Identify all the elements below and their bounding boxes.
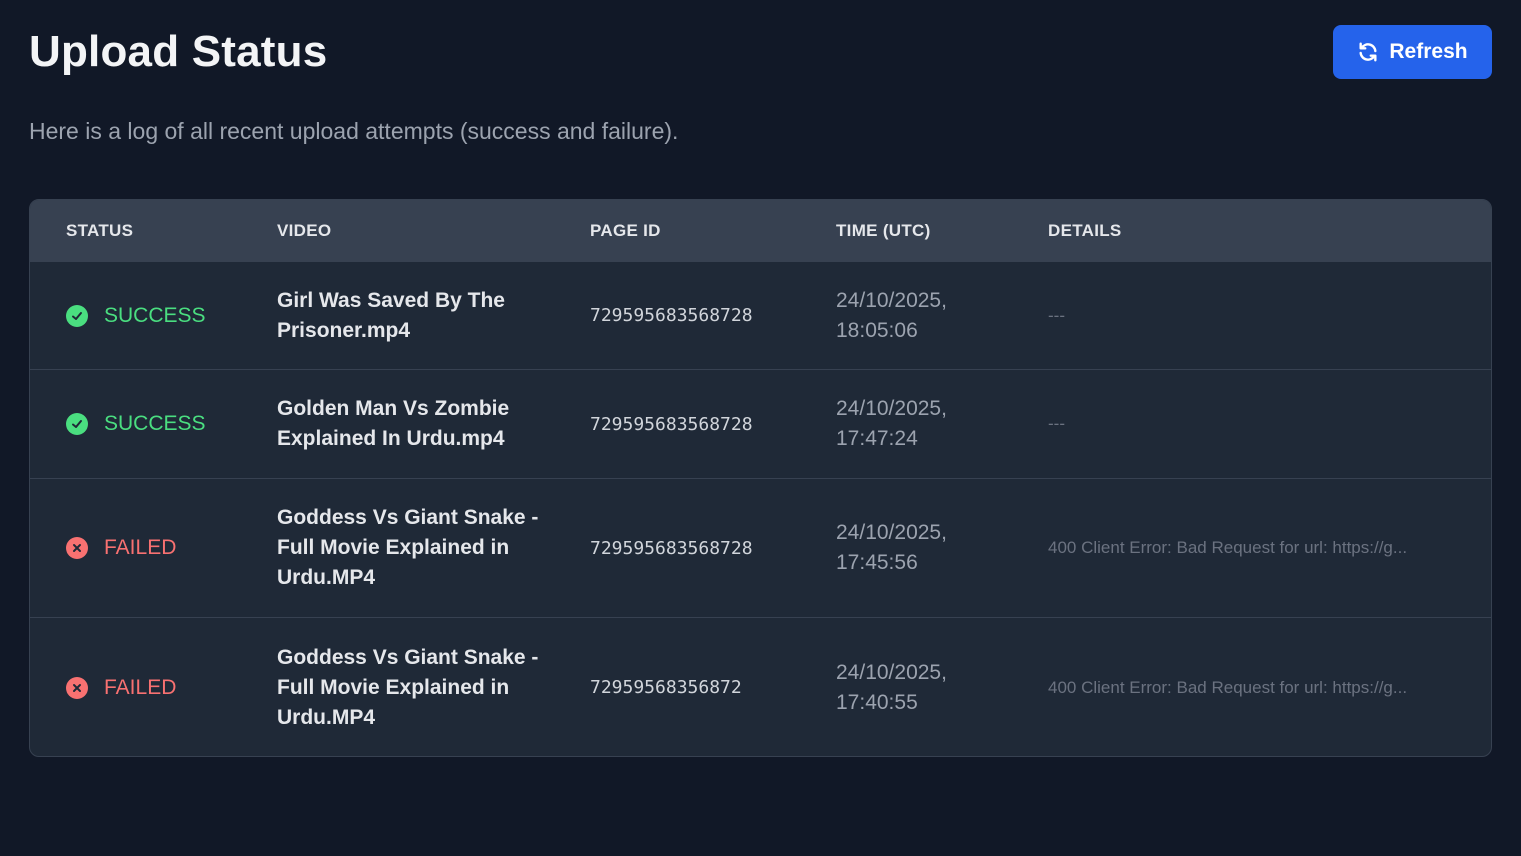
video-name: Golden Man Vs Zombie Explained In Urdu.m…	[277, 397, 510, 450]
error-details: 400 Client Error: Bad Request for url: h…	[1048, 677, 1408, 697]
table-row: FAILED Goddess Vs Giant Snake - Full Mov…	[30, 617, 1491, 756]
upload-time: 24/10/2025, 18:05:06	[836, 288, 947, 342]
check-circle-icon	[66, 304, 88, 327]
status-text: FAILED	[104, 536, 177, 559]
page-subtitle: Here is a log of all recent upload attem…	[29, 118, 679, 144]
page-id: 729595683568728	[590, 537, 753, 559]
column-header-page-id: PAGE ID	[590, 221, 661, 240]
upload-time: 24/10/2025, 17:40:55	[836, 660, 947, 714]
status-cell: FAILED	[66, 479, 176, 617]
details: ---	[1048, 305, 1065, 325]
refresh-button[interactable]: Refresh	[1333, 25, 1492, 79]
page-title: Upload Status	[29, 27, 328, 76]
refresh-icon	[1357, 41, 1379, 63]
status-text: SUCCESS	[104, 303, 206, 327]
check-circle-icon	[66, 413, 88, 435]
status-cell: SUCCESS	[66, 370, 206, 478]
page-id: 72959568356872	[590, 677, 742, 698]
status-text: FAILED	[104, 675, 177, 699]
x-circle-icon	[66, 676, 88, 699]
page-id: 729595683568728	[590, 305, 753, 326]
upload-time: 24/10/2025, 17:45:56	[836, 521, 947, 574]
table-row: SUCCESS Golden Man Vs Zombie Explained I…	[30, 369, 1491, 478]
error-details: 400 Client Error: Bad Request for url: h…	[1048, 538, 1408, 557]
status-cell: SUCCESS	[66, 262, 206, 369]
column-header-time: TIME (UTC)	[836, 221, 931, 240]
table-row: FAILED Goddess Vs Giant Snake - Full Mov…	[30, 478, 1491, 617]
page-header: Upload Status Refresh	[29, 25, 1492, 79]
upload-log-table: STATUS VIDEO PAGE ID TIME (UTC) DETAILS …	[29, 199, 1492, 757]
video-name: Goddess Vs Giant Snake - Full Movie Expl…	[277, 506, 539, 589]
upload-status-page: Upload Status Refresh Here is a log of a…	[0, 0, 1521, 856]
column-header-video: VIDEO	[277, 221, 332, 240]
column-header-status: STATUS	[66, 221, 134, 240]
status-text: SUCCESS	[104, 412, 206, 435]
column-header-details: DETAILS	[1048, 221, 1122, 240]
table-row: SUCCESS Girl Was Saved By The Prisoner.m…	[30, 261, 1491, 369]
upload-time: 24/10/2025, 17:47:24	[836, 397, 947, 450]
video-name: Girl Was Saved By The Prisoner.mp4	[277, 288, 505, 342]
refresh-label: Refresh	[1389, 40, 1468, 63]
page-id: 729595683568728	[590, 413, 753, 435]
video-name: Goddess Vs Giant Snake - Full Movie Expl…	[277, 645, 539, 729]
details: ---	[1048, 414, 1065, 433]
x-circle-icon	[66, 537, 88, 559]
status-cell: FAILED	[66, 618, 177, 756]
table-header: STATUS VIDEO PAGE ID TIME (UTC) DETAILS	[30, 200, 1491, 261]
